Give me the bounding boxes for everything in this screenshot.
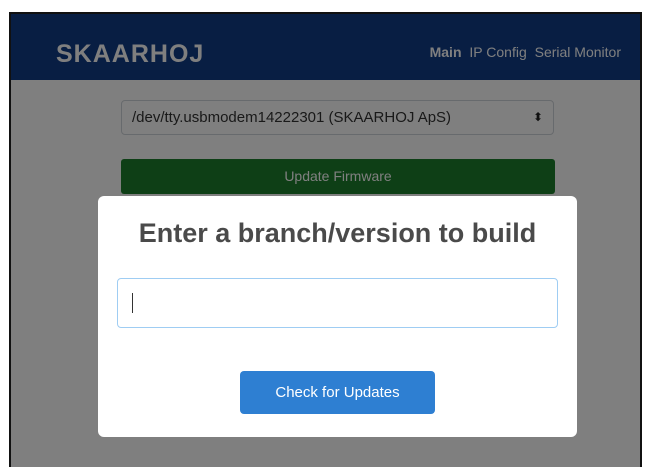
modal-title: Enter a branch/version to build [138, 218, 537, 248]
version-modal: Enter a branch/version to build Check fo… [98, 196, 577, 437]
branch-version-input[interactable] [117, 278, 558, 328]
text-caret [132, 293, 133, 313]
check-for-updates-button[interactable]: Check for Updates [240, 371, 435, 414]
